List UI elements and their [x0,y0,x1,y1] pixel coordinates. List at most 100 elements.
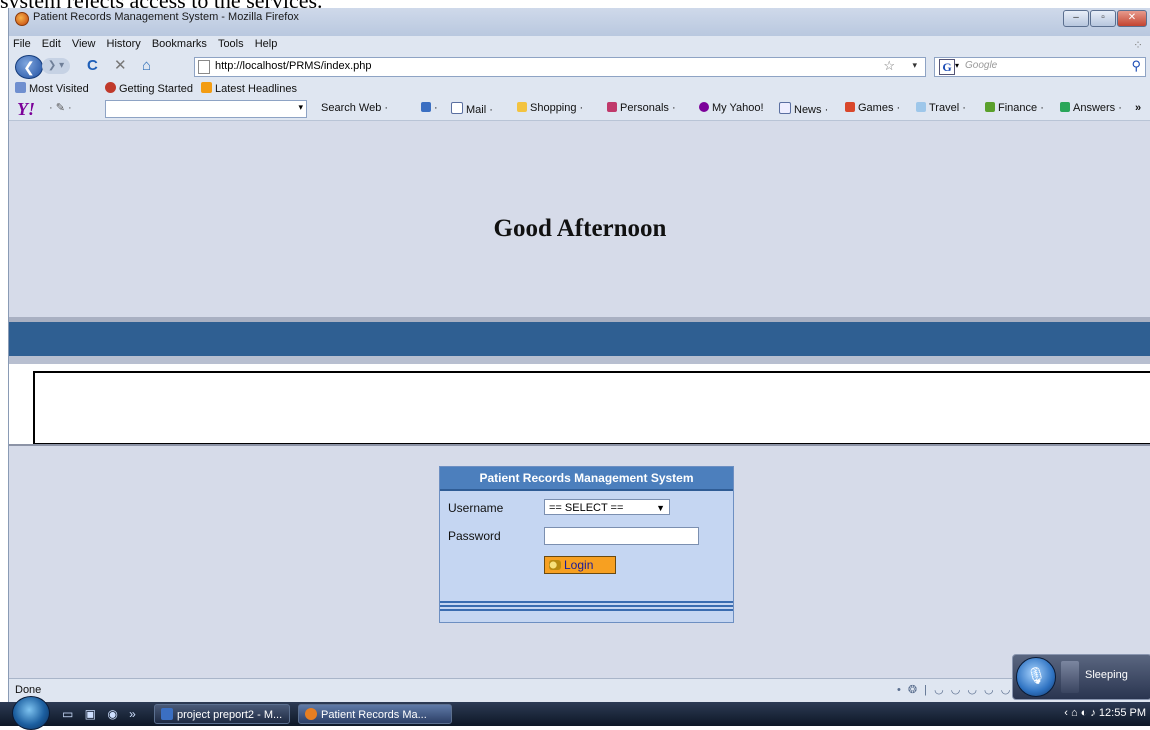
heart-icon [607,102,617,112]
home-icon[interactable]: ⌂ [142,57,151,75]
banner-divider [9,356,1150,364]
quick-launch-icons[interactable]: ▭ ▣ ◉ » [62,707,140,721]
travel-icon [916,102,926,112]
bookmark-most-visited[interactable]: Most Visited [15,82,89,95]
maximize-button[interactable]: ▫ [1090,10,1116,27]
star-icon[interactable]: ☆ [883,58,895,74]
magnifier-icon[interactable]: ⚲ [1131,58,1141,74]
yahoo-logo-icon[interactable]: Y! [17,99,35,120]
games-icon [845,102,855,112]
toolbar-item-personals[interactable]: Personals · [607,102,676,114]
message-area [9,364,1150,445]
firefox-icon [15,12,29,26]
section-divider [9,444,1150,446]
google-icon[interactable]: G [939,59,955,75]
greeting-heading: Good Afternoon [493,215,667,242]
shopping-bag-icon [517,102,527,112]
bookmark-getting-started[interactable]: Getting Started [105,82,193,95]
toolbar-item-mail[interactable]: Mail · [451,102,493,116]
password-field[interactable] [544,527,699,545]
menu-edit[interactable]: Edit [38,36,65,52]
pencil-icon[interactable]: · ✎ · [49,101,72,114]
menu-file[interactable]: File [9,36,35,52]
yahoo-toolbar-options[interactable]: · [421,102,438,114]
toolbar-item-answers[interactable]: Answers · [1060,102,1122,114]
close-button[interactable]: ✕ [1117,10,1147,27]
search-engine-dropdown-icon[interactable]: ▾ [955,61,959,70]
taskbar: ▭ ▣ ◉ » project preport2 - M... Patient … [0,696,1150,730]
username-label: Username [448,501,504,515]
word-document-icon [161,708,173,720]
windows-start-icon[interactable] [12,696,50,730]
bookmark-latest-headlines[interactable]: Latest Headlines [201,82,297,95]
toolbar-item-games[interactable]: Games · [845,102,900,114]
search-placeholder[interactable]: Google [965,60,997,71]
microphone-icon[interactable]: 🎙 [1016,657,1056,697]
window-title: Patient Records Management System - Mozi… [33,11,299,23]
url-dropdown-icon[interactable]: ▾ [912,60,917,71]
finance-icon [985,102,995,112]
firefox-taskbar-icon [305,708,317,720]
title-bar: Patient Records Management System - Mozi… [9,8,1150,36]
throbber-icon: ⁘ [1132,38,1143,52]
toolbar-item-finance[interactable]: Finance · [985,102,1044,114]
reload-icon[interactable]: C [87,57,98,75]
blue-banner [9,322,1150,356]
speech-widget-divider [1061,661,1079,693]
panel-footer-lines [440,601,733,615]
login-panel: Patient Records Management System Userna… [439,466,734,623]
yahoo-search-dropdown-icon[interactable]: ▾ [298,102,303,113]
window-controls: – ▫ ✕ [1062,10,1147,27]
address-bar[interactable]: http://localhost/PRMS/index.php ☆ ▾ [194,57,926,77]
toolbar-item-news[interactable]: News · [779,102,828,116]
speech-recognition-widget: 🎙 Sleeping [1012,654,1150,700]
toolbar-item-my-yahoo[interactable]: My Yahoo! [699,102,764,114]
menu-tools[interactable]: Tools [214,36,248,52]
menu-history[interactable]: History [103,36,145,52]
clock[interactable]: 12:55 PM [1099,707,1146,719]
toolbar-item-shopping[interactable]: Shopping · [517,102,583,114]
toolbar-item-travel[interactable]: Travel · [916,102,966,114]
yahoo-search-web[interactable]: Search Web · [321,102,388,114]
url-text[interactable]: http://localhost/PRMS/index.php [215,60,372,72]
page-content: Good Afternoon Patient Records Managemen… [9,121,1150,678]
navigation-toolbar: ❮ ❯ ▾ C ✕ ⌂ http://localhost/PRMS/index.… [9,54,1150,80]
menu-bookmarks[interactable]: Bookmarks [148,36,211,52]
page-icon [198,60,210,74]
back-arrow-icon[interactable]: ❮ [15,55,43,79]
taskbar-item-word[interactable]: project preport2 - M... [154,704,290,724]
system-tray: ‹ ⌂ ◐ ♪ 12:55 PM [1064,707,1146,719]
chevron-down-icon[interactable]: ▼ [656,500,665,516]
most-visited-icon [15,82,26,93]
menu-bar: File Edit View History Bookmarks Tools H… [9,36,1150,54]
taskbar-item-firefox[interactable]: Patient Records Ma... [298,704,452,724]
answers-icon [1060,102,1070,112]
toolbar-overflow-chevron-icon[interactable]: » [1135,102,1141,114]
firefox-window: Patient Records Management System - Mozi… [8,8,1150,702]
status-addon-icons[interactable]: • ❂ | ◡ ◡ ◡ ◡ ◡ [897,683,1012,696]
login-button-label: Login [564,558,594,572]
key-icon [549,560,561,570]
mail-icon [451,102,463,114]
menu-view[interactable]: View [68,36,100,52]
password-label: Password [448,529,501,543]
username-select[interactable]: == SELECT == ▼ [544,499,670,515]
login-button[interactable]: Login [544,556,616,574]
yahoo-toolbar: Y! · ✎ · ▾ Search Web · · Mail · Shoppin… [9,98,1150,121]
search-box[interactable]: G ▾ Google ⚲ [934,57,1146,77]
login-panel-title: Patient Records Management System [440,467,733,491]
stop-icon[interactable]: ✕ [114,57,127,75]
minimize-button[interactable]: – [1063,10,1089,27]
username-select-value: == SELECT == [549,502,624,514]
news-icon [779,102,791,114]
tray-icons[interactable]: ‹ ⌂ ◐ ♪ [1064,707,1099,719]
message-box [33,371,1150,445]
forward-arrow-icon[interactable]: ❯ ▾ [42,58,70,74]
status-text: Done [15,684,42,696]
yahoo-search-input[interactable]: ▾ [105,100,307,118]
firefox-bookmark-icon [105,82,116,93]
bookmarks-toolbar: Most Visited Getting Started Latest Head… [9,80,1150,98]
my-yahoo-icon [699,102,709,112]
menu-help[interactable]: Help [251,36,282,52]
rss-icon [201,82,212,93]
